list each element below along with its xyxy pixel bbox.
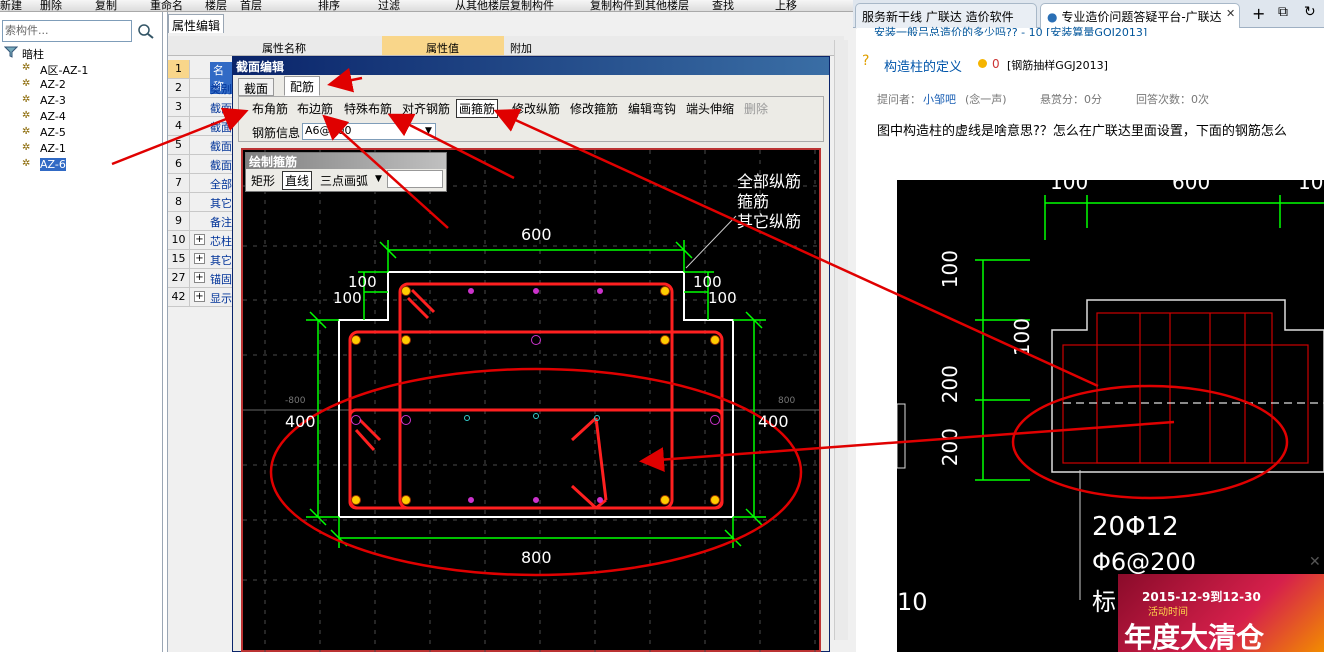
annotation-arrows <box>111 67 1175 472</box>
